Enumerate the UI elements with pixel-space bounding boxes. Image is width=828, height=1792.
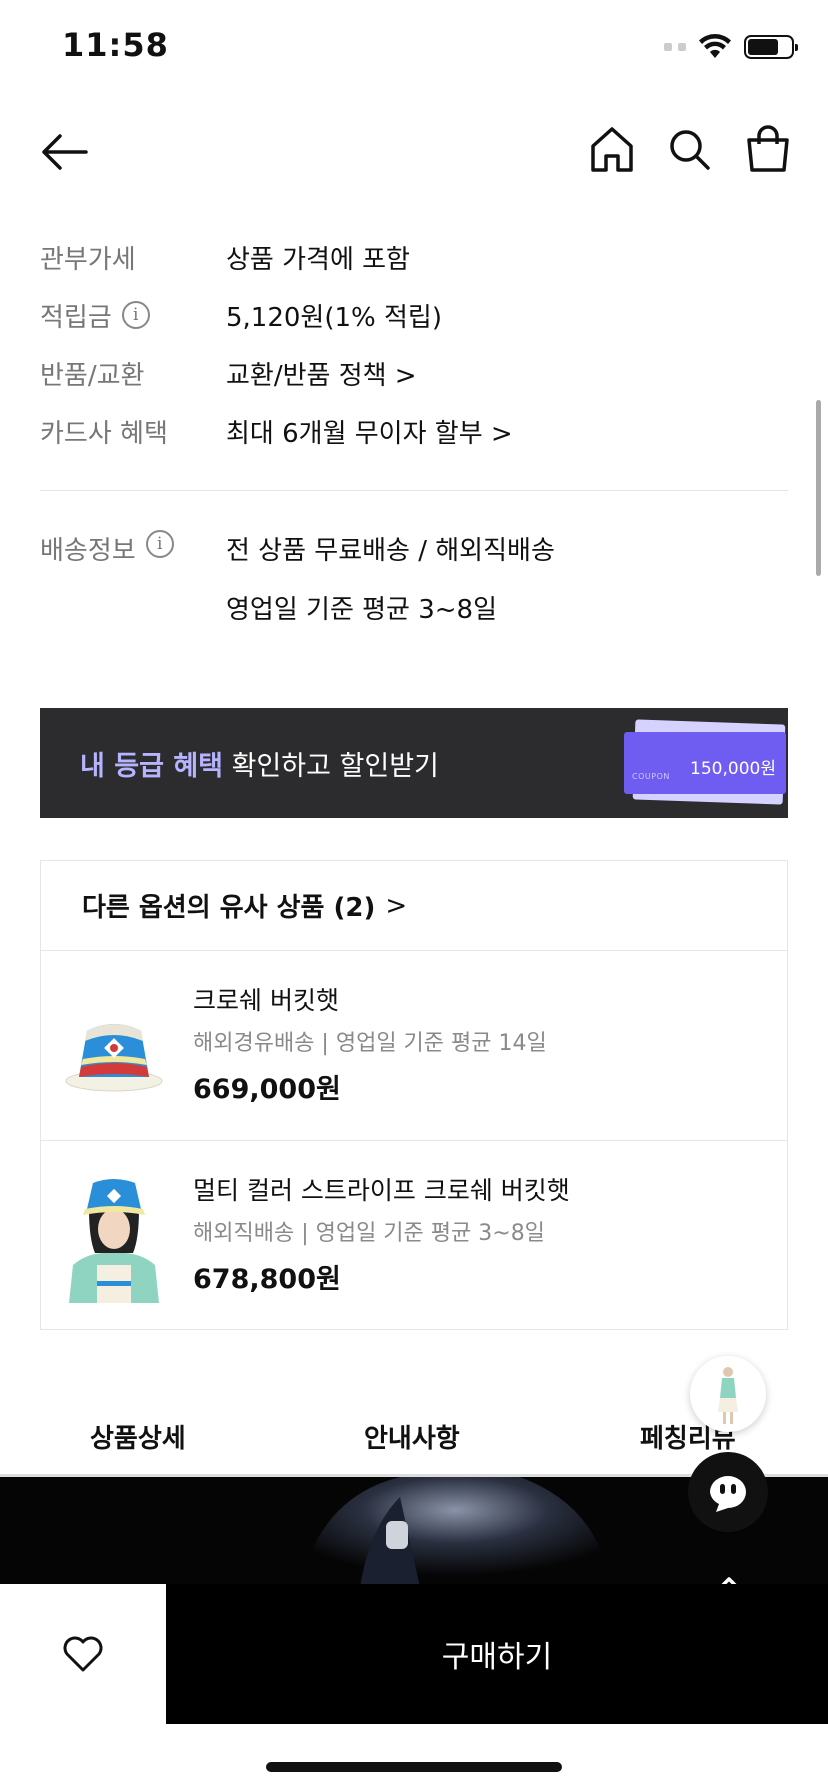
shipping-line: 영업일 기준 평균 3~8일 xyxy=(226,595,498,625)
similar-products-title: 다른 옵션의 유사 상품 (2) xyxy=(82,893,376,923)
chat-button[interactable] xyxy=(688,1452,768,1532)
product-shipping: 해외경유배송 | 영업일 기준 평균 14일 xyxy=(193,1031,547,1056)
nav-actions xyxy=(588,124,792,176)
wishlist-button[interactable] xyxy=(0,1584,166,1724)
product-price: 669,000원 xyxy=(193,1074,341,1105)
coupon-amount: 150,000원 xyxy=(690,759,776,779)
model-avatar-button[interactable] xyxy=(690,1356,766,1432)
status-bar: 11:58 xyxy=(0,0,828,100)
grade-benefit-banner[interactable]: 내 등급 혜택 확인하고 할인받기 COUPON 150,000원 xyxy=(40,708,788,818)
info-label: 관부가세 xyxy=(40,244,136,275)
info-row-customs: 관부가세 상품 가격에 포함 xyxy=(40,228,788,286)
info-label: 반품/교환 xyxy=(40,360,145,391)
info-icon[interactable]: i xyxy=(121,301,150,329)
shipping-info-section: 배송정보 i 전 상품 무료배송 / 해외직배송 영업일 기준 평균 3~8일 xyxy=(40,530,788,626)
back-arrow-icon[interactable] xyxy=(36,128,92,176)
home-icon[interactable] xyxy=(588,124,636,176)
heart-icon xyxy=(63,1636,103,1672)
info-label: 적립금 i xyxy=(40,297,226,334)
product-name: 멀티 컬러 스트라이프 크로쉐 버킷햇 xyxy=(193,1176,570,1205)
chat-bubble-icon xyxy=(710,1476,746,1512)
bottom-action-bar: 구매하기 xyxy=(0,1584,828,1724)
product-shipping: 해외직배송 | 영업일 기준 평균 3~8일 xyxy=(193,1221,545,1246)
info-label: 카드사 혜택 xyxy=(40,418,168,449)
info-row-points: 적립금 i 5,120원(1% 적립) xyxy=(40,286,788,344)
shipping-line: 전 상품 무료배송 / 해외직배송 xyxy=(226,536,555,566)
status-time: 11:58 xyxy=(62,26,169,64)
info-row-return[interactable]: 반품/교환 교환/반품 정책 > xyxy=(40,344,788,402)
tab-product-detail[interactable]: 상품상세 xyxy=(90,1418,186,1455)
shipping-details: 전 상품 무료배송 / 해외직배송 영업일 기준 평균 3~8일 xyxy=(226,530,555,626)
similar-products-header[interactable]: 다른 옵션의 유사 상품 (2) > xyxy=(41,861,787,951)
info-icon[interactable]: i xyxy=(145,530,174,558)
search-icon[interactable] xyxy=(666,124,714,176)
product-info-section: 관부가세 상품 가격에 포함 적립금 i 5,120원(1% 적립) 반품/교환… xyxy=(40,228,788,460)
info-value: 5,120원(1% 적립) xyxy=(226,302,442,333)
battery-icon xyxy=(744,35,798,59)
product-thumbnail-model xyxy=(59,1169,169,1303)
product-price: 678,800원 xyxy=(193,1264,341,1295)
info-row-card-benefits[interactable]: 카드사 혜택 최대 6개월 무이자 할부 > xyxy=(40,402,788,460)
divider xyxy=(40,490,788,491)
nav-bar xyxy=(0,110,828,194)
grade-banner-label: 확인하고 할인받기 xyxy=(223,751,439,782)
return-policy-link[interactable]: 교환/반품 정책 > xyxy=(226,355,417,392)
info-value: 상품 가격에 포함 xyxy=(226,244,410,275)
shopping-bag-icon[interactable] xyxy=(744,124,792,176)
product-thumbnail-bucket-hat xyxy=(65,1024,163,1092)
coupon-image: COUPON 150,000원 xyxy=(624,732,786,794)
wifi-icon xyxy=(699,34,731,58)
product-name: 크로쉐 버킷햇 xyxy=(193,986,339,1015)
shipping-label: 배송정보 i xyxy=(40,530,226,626)
chevron-right-icon: > xyxy=(385,890,408,921)
card-benefits-link[interactable]: 최대 6개월 무이자 할부 > xyxy=(226,413,513,450)
product-item[interactable]: 크로쉐 버킷햇 해외경유배송 | 영업일 기준 평균 14일 669,000원 xyxy=(41,951,787,1141)
grade-banner-text: 내 등급 혜택 확인하고 할인받기 xyxy=(80,744,439,783)
model-avatar-icon xyxy=(718,1367,738,1424)
status-icons xyxy=(664,34,798,60)
product-item[interactable]: 멀티 컬러 스트라이프 크로쉐 버킷햇 해외직배송 | 영업일 기준 평균 3~… xyxy=(41,1141,787,1331)
coupon-small-label: COUPON xyxy=(632,772,670,781)
tab-notice[interactable]: 안내사항 xyxy=(364,1418,460,1455)
similar-products-box: 다른 옵션의 유사 상품 (2) > 크로쉐 버킷햇 해외경유배송 | 영업일 … xyxy=(40,860,788,1330)
cellular-signal-icon xyxy=(664,43,686,51)
grade-banner-highlight: 내 등급 혜택 xyxy=(80,751,223,782)
scrollbar[interactable] xyxy=(816,400,821,576)
home-indicator xyxy=(266,1762,562,1772)
buy-button[interactable]: 구매하기 xyxy=(166,1584,828,1724)
